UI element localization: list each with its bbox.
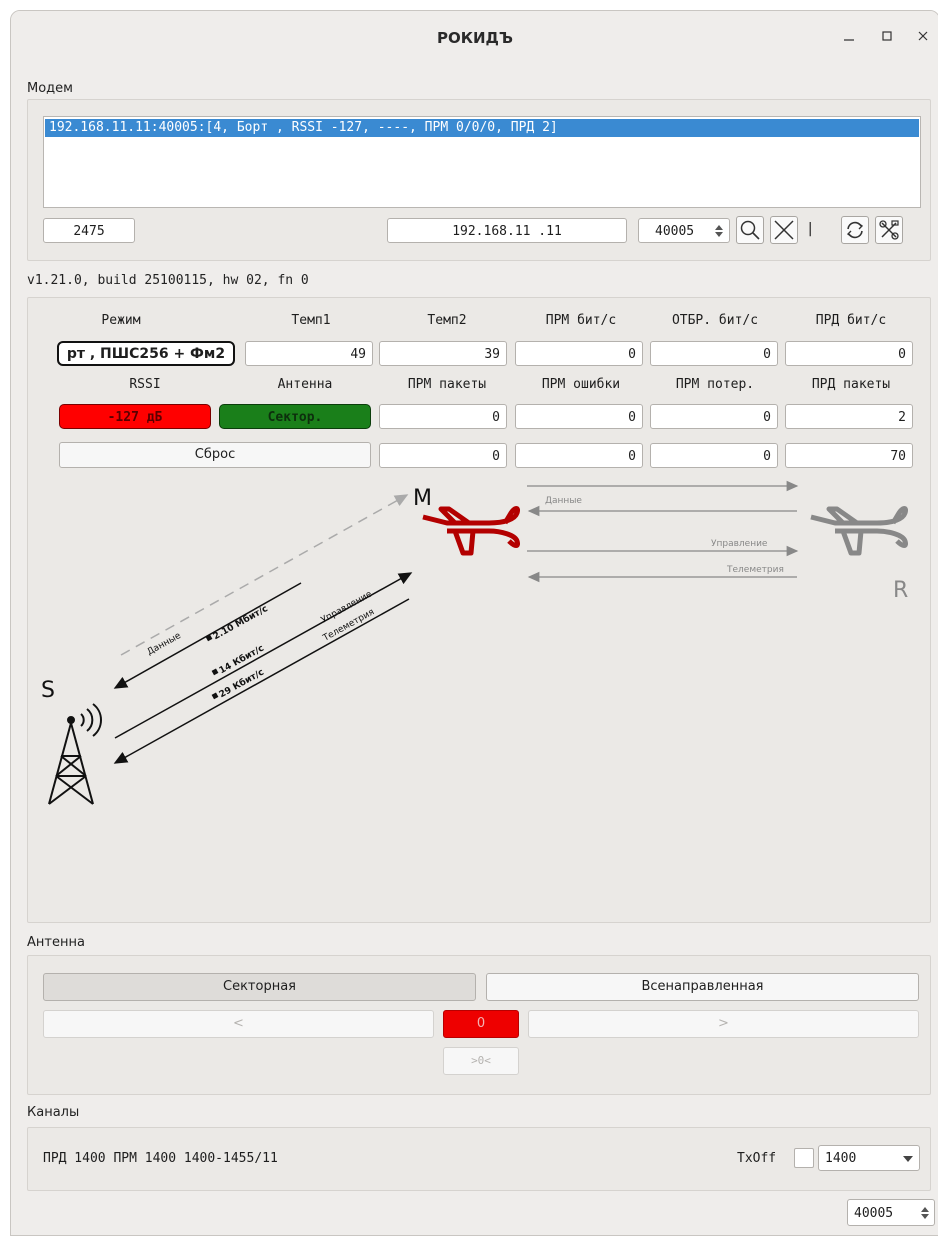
link-diagram: S M R Данные 2.10 Мбит/с Управление 14 К… bbox=[41, 480, 908, 805]
chevron-down-icon bbox=[903, 1156, 913, 1162]
antenna-tower-icon bbox=[48, 703, 102, 805]
main-window: РОКИДЪ Модем 192.168.11.11:40005:[4, Бор… bbox=[10, 10, 938, 1236]
spin-arrows-icon[interactable] bbox=[920, 1206, 930, 1220]
data-link-arrow bbox=[113, 582, 302, 689]
link-data-label: Данные bbox=[146, 631, 184, 658]
channels-summary: ПРД 1400 ПРМ 1400 1400-1455/11 bbox=[43, 1151, 278, 1166]
telemetry-link-arrow bbox=[113, 598, 410, 764]
lock-icon bbox=[211, 668, 219, 676]
bottom-port-value: 40005 bbox=[854, 1206, 894, 1221]
data-uplink-dashed bbox=[120, 494, 409, 656]
antenna-left-button[interactable]: < bbox=[43, 1010, 434, 1038]
lock-icon bbox=[211, 692, 219, 700]
channel-select[interactable]: 1400 bbox=[818, 1145, 920, 1171]
txoff-label: TxOff bbox=[737, 1151, 777, 1166]
antenna-position-value: 0 bbox=[443, 1010, 519, 1038]
relay-telemetry-label: Телеметрия bbox=[726, 565, 784, 575]
txoff-checkbox[interactable] bbox=[794, 1148, 814, 1168]
antenna-section-label: Антенна bbox=[27, 935, 85, 950]
channels-section-label: Каналы bbox=[27, 1105, 80, 1120]
sector-antenna-button[interactable]: Секторная bbox=[43, 973, 476, 1001]
link-data-rate: 2.10 Мбит/с bbox=[211, 603, 269, 642]
node-s-label: S bbox=[41, 678, 55, 703]
node-m-label: M bbox=[413, 486, 432, 511]
relay-data-label: Данные bbox=[545, 496, 582, 506]
bottom-port-spinbox[interactable]: 40005 bbox=[847, 1199, 935, 1226]
relay-control-label: Управление bbox=[711, 539, 768, 549]
node-r-label: R bbox=[893, 578, 908, 603]
plane-icon bbox=[422, 506, 520, 556]
antenna-right-button[interactable]: > bbox=[528, 1010, 919, 1038]
plane-icon bbox=[810, 506, 908, 556]
channel-select-value: 1400 bbox=[825, 1151, 857, 1166]
antenna-center-button[interactable]: >0< bbox=[443, 1047, 519, 1075]
omni-antenna-button[interactable]: Всенаправленная bbox=[486, 973, 919, 1001]
